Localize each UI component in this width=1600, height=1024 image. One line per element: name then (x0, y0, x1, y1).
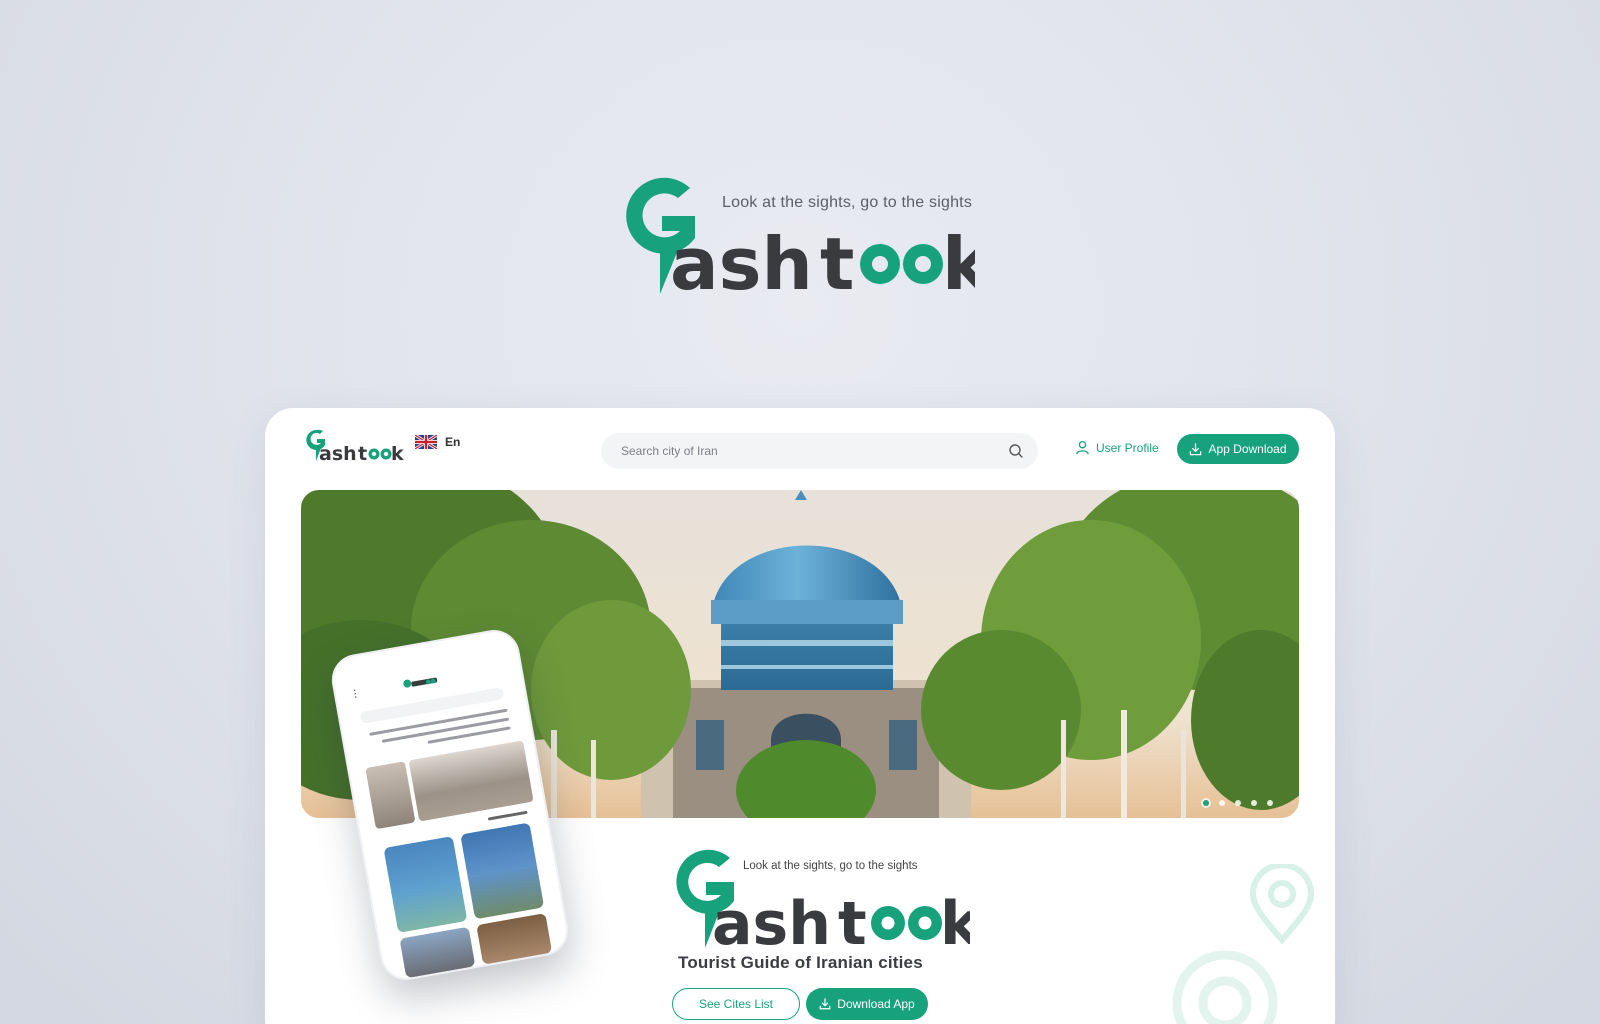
svg-text:t: t (838, 889, 867, 954)
language-label: En (445, 435, 461, 449)
app-download-button[interactable]: App Download (1177, 434, 1299, 464)
menu-icon: ⋮ (349, 687, 362, 701)
location-ring-icon (1172, 950, 1278, 1024)
download-app-button[interactable]: Download App (806, 988, 928, 1020)
location-pin-icon (1249, 864, 1315, 944)
carousel-dot[interactable] (1219, 800, 1225, 806)
download-icon (819, 998, 831, 1010)
app-download-label: App Download (1208, 442, 1287, 456)
svg-text:t: t (820, 222, 854, 301)
user-profile-label: User Profile (1096, 440, 1159, 455)
svg-text:k: k (391, 443, 404, 464)
carousel-dot[interactable] (1251, 800, 1257, 806)
svg-text:ash: ash (670, 222, 813, 301)
phone-city-tile (460, 822, 545, 920)
search-bar (601, 433, 1038, 469)
svg-text:k: k (940, 889, 970, 954)
phone-city-tile (383, 836, 468, 933)
phone-image (408, 740, 534, 822)
svg-text:k: k (942, 222, 975, 301)
uk-flag-icon (415, 435, 437, 449)
top-nav: ash t k En Search city of Iran User Prof… (265, 408, 1335, 490)
user-profile-link[interactable]: User Profile (1075, 440, 1159, 455)
phone-section-heading (487, 810, 528, 821)
phone-logo (403, 677, 438, 688)
nav-logo[interactable]: ash t k (305, 428, 405, 465)
content-tagline: Look at the sights, go to the sights (743, 860, 918, 872)
search-icon[interactable] (1008, 443, 1024, 459)
user-icon (1076, 440, 1089, 455)
see-cities-button[interactable]: See Cites List (672, 988, 800, 1020)
search-input[interactable] (621, 444, 1008, 458)
carousel-dots (1203, 800, 1273, 806)
phone-image (365, 761, 416, 830)
svg-text:ash: ash (712, 889, 831, 954)
carousel-dot[interactable] (1235, 800, 1241, 806)
download-app-label: Download App (837, 997, 915, 1011)
carousel-dot[interactable] (1267, 800, 1273, 806)
download-icon (1190, 442, 1202, 455)
language-selector[interactable]: En (415, 435, 460, 449)
carousel-dot[interactable] (1203, 800, 1209, 806)
hero-tagline: Look at the sights, go to the sights (722, 194, 973, 211)
svg-text:ash: ash (319, 443, 357, 464)
svg-text:t: t (358, 443, 367, 464)
